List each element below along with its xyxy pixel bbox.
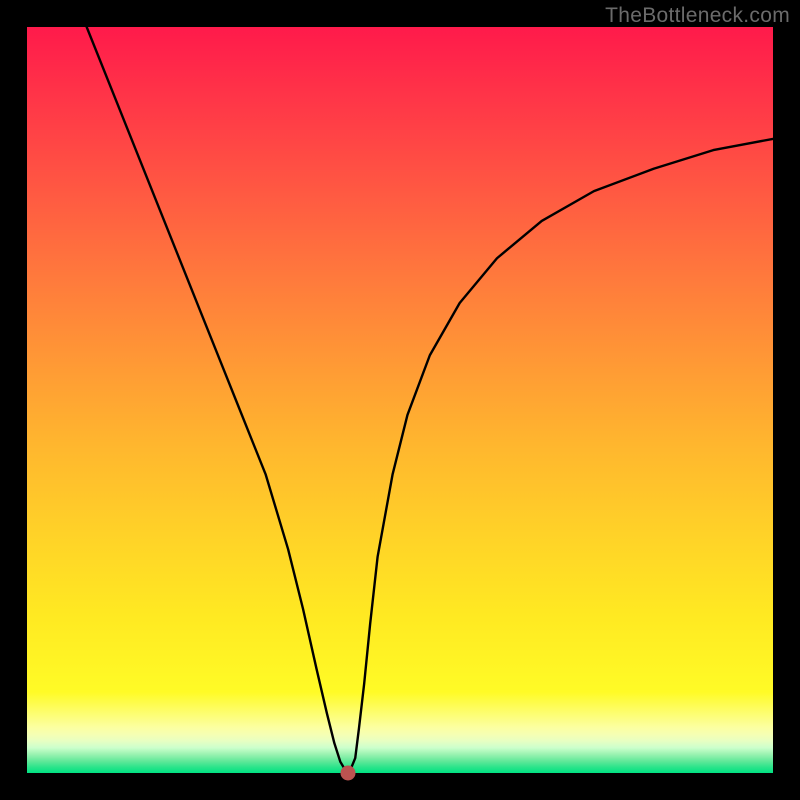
optimal-point-marker — [340, 766, 355, 781]
chart-stage: TheBottleneck.com — [0, 0, 800, 800]
plot-area — [27, 27, 773, 773]
bottleneck-curve — [27, 27, 773, 773]
watermark: TheBottleneck.com — [605, 4, 790, 28]
